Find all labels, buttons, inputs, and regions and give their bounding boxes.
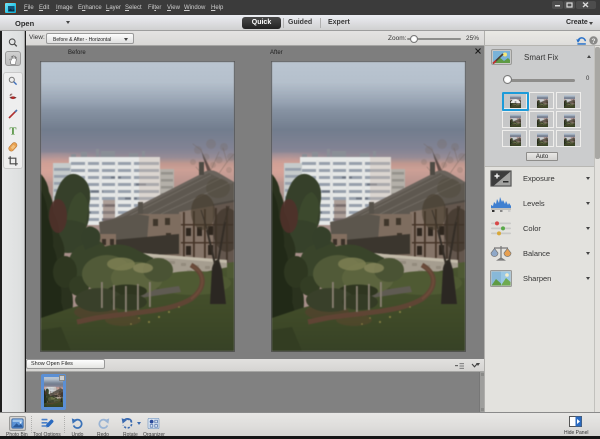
- svg-text:T: T: [9, 127, 16, 137]
- svg-text:?: ?: [592, 38, 596, 45]
